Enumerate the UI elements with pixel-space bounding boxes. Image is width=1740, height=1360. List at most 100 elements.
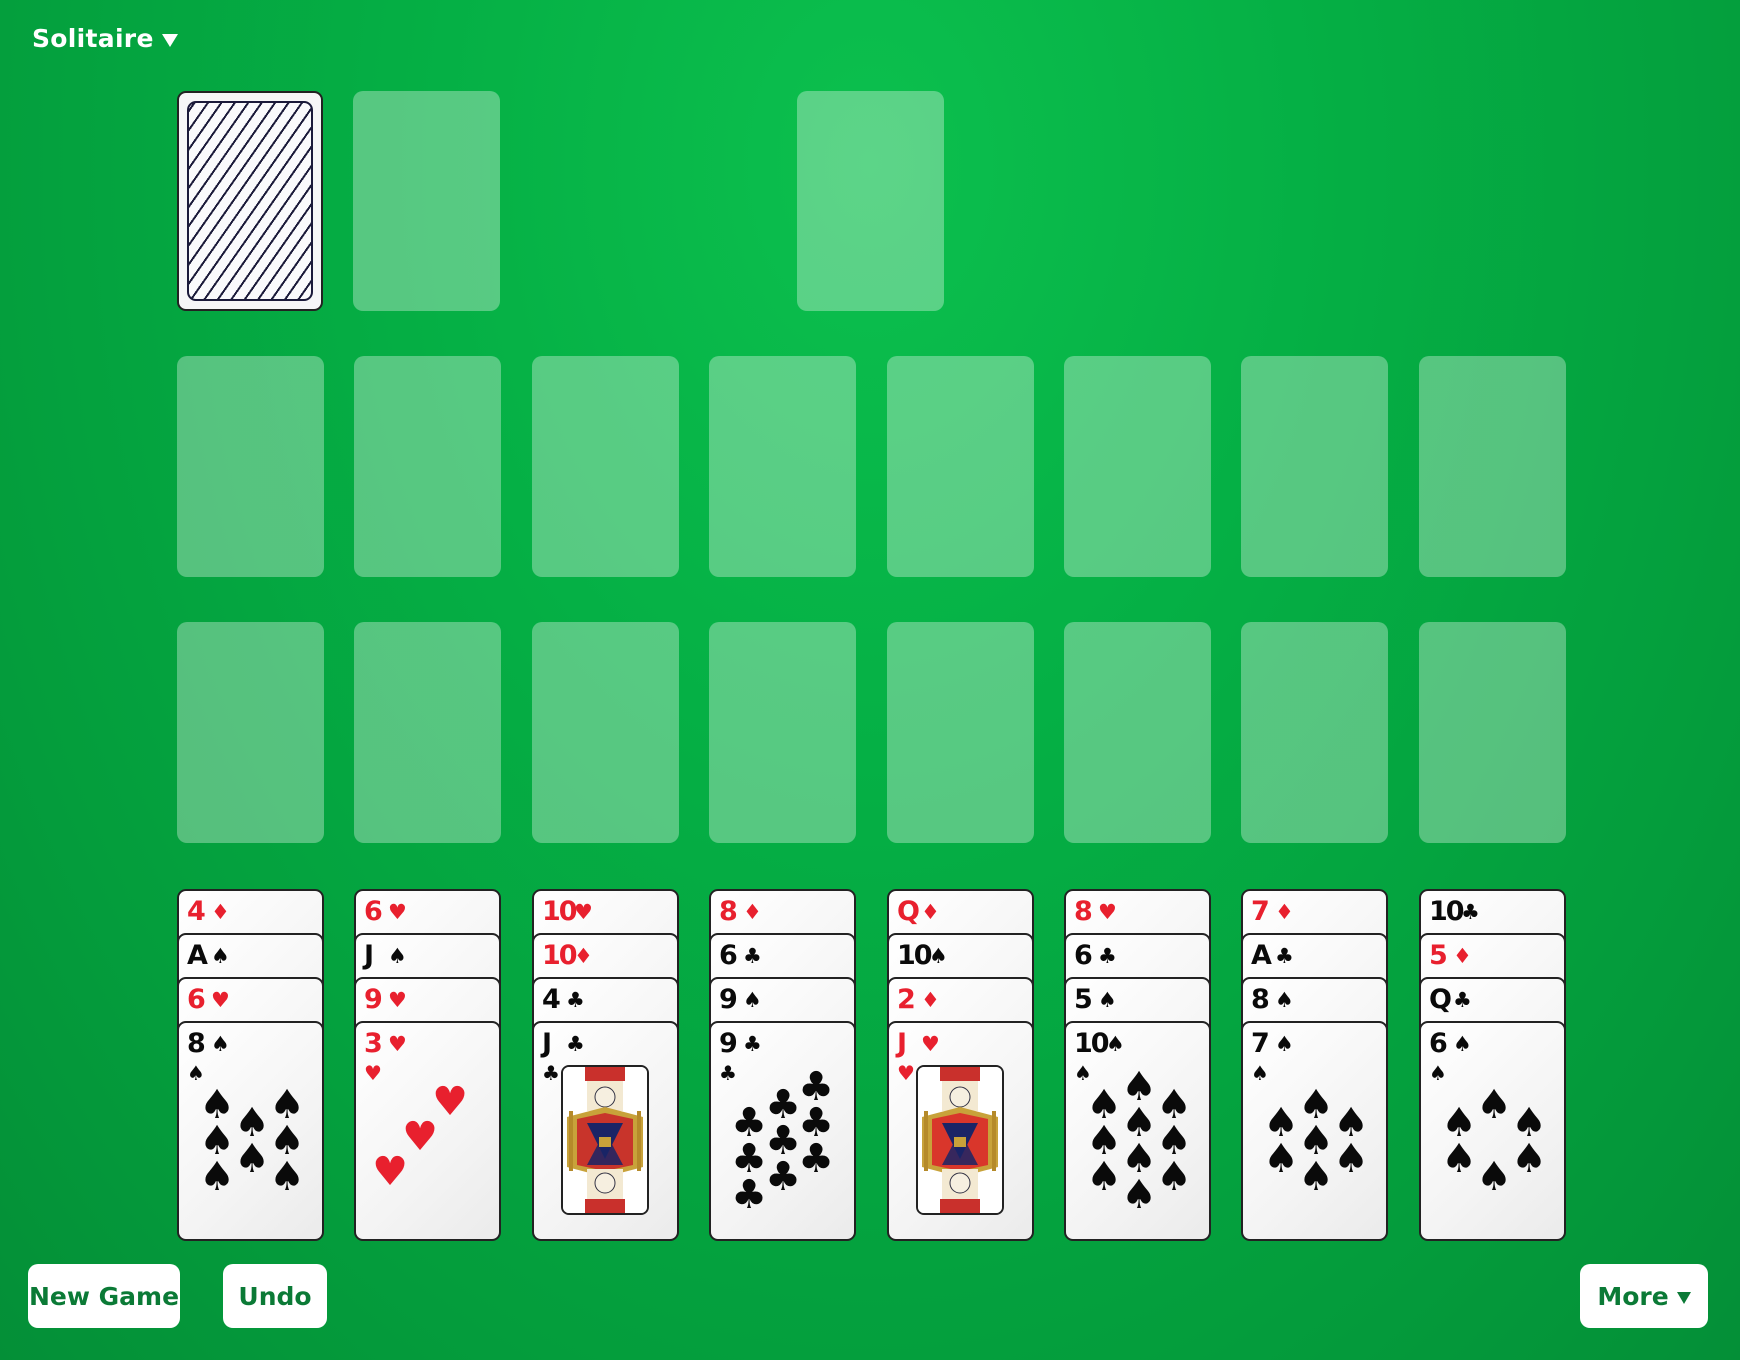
suit-pip-icon: ♠ xyxy=(1156,1154,1192,1200)
empty-slot-row2[interactable] xyxy=(177,622,324,843)
empty-slot-row2[interactable] xyxy=(1241,622,1388,843)
suit-icon: ♣ xyxy=(1275,944,1294,968)
suit-icon: ♦ xyxy=(921,900,940,924)
card-rank: A xyxy=(187,940,208,971)
suit-icon: ♦ xyxy=(743,900,762,924)
suit-pip-icon: ♠ xyxy=(1476,1154,1512,1200)
empty-slot-top[interactable] xyxy=(797,91,944,311)
card-rank: 6 xyxy=(719,940,738,971)
card-rank: 5 xyxy=(1074,984,1093,1015)
empty-slot-row1[interactable] xyxy=(887,356,1034,577)
suit-icon: ♠ xyxy=(929,944,948,968)
suit-icon: ♣ xyxy=(566,1032,585,1056)
jack-portrait-icon xyxy=(918,1067,1002,1213)
suit-pip-icon: ♠ xyxy=(1333,1136,1369,1182)
card-rank: J xyxy=(542,1028,552,1059)
card-rank: 4 xyxy=(187,896,206,927)
card-rank: 10 xyxy=(542,940,578,971)
suit-pip-icon: ♠ xyxy=(1263,1136,1299,1182)
suit-pip-icon: ♠ xyxy=(1511,1136,1547,1182)
face-card-art xyxy=(561,1065,649,1215)
triangle-down-icon xyxy=(1676,1291,1691,1304)
playing-card[interactable]: 3 ♥ ♥ ♥ ♥ ♥ xyxy=(354,1021,501,1241)
card-rank: 9 xyxy=(364,984,383,1015)
suit-pip-icon: ♥ xyxy=(372,1149,408,1195)
new-game-label: New Game xyxy=(28,1281,180,1311)
suit-pip-icon: ♠ xyxy=(1086,1154,1122,1200)
suit-icon: ♠ xyxy=(1275,988,1294,1012)
suit-icon: ♦ xyxy=(921,988,940,1012)
undo-label: Undo xyxy=(238,1281,312,1311)
card-rank: 9 xyxy=(719,984,738,1015)
suit-pip-icon: ♠ xyxy=(199,1154,235,1200)
suit-icon: ♣ xyxy=(1453,988,1472,1012)
new-game-button[interactable]: New Game xyxy=(28,1264,180,1328)
empty-slot-row2[interactable] xyxy=(709,622,856,843)
suit-icon: ♥ xyxy=(388,1032,407,1056)
card-rank: 10 xyxy=(1074,1028,1110,1059)
suit-icon: ♠ xyxy=(1106,1032,1125,1056)
empty-slot-row1[interactable] xyxy=(709,356,856,577)
suit-icon: ♠ xyxy=(1251,1061,1269,1085)
empty-slot-row1[interactable] xyxy=(1064,356,1211,577)
suit-icon: ♠ xyxy=(187,1061,205,1085)
suit-pip-icon: ♣ xyxy=(765,1154,801,1200)
undo-button[interactable]: Undo xyxy=(223,1264,327,1328)
empty-slot-row1[interactable] xyxy=(177,356,324,577)
suit-icon: ♠ xyxy=(388,944,407,968)
more-button[interactable]: More xyxy=(1580,1264,1708,1328)
empty-slot-row1[interactable] xyxy=(354,356,501,577)
playing-card[interactable]: 6 ♠ ♠ ♠ ♠ ♠ ♠ ♠ ♠ xyxy=(1419,1021,1566,1241)
card-rank: 6 xyxy=(364,896,383,927)
suit-icon: ♣ xyxy=(743,1032,762,1056)
empty-slot-row2[interactable] xyxy=(1419,622,1566,843)
card-rank: 10 xyxy=(897,940,933,971)
stock-pile[interactable] xyxy=(177,91,323,311)
empty-slot-row2[interactable] xyxy=(532,622,679,843)
app-title: Solitaire xyxy=(32,24,154,53)
card-rank: 6 xyxy=(1074,940,1093,971)
suit-icon: ♠ xyxy=(211,944,230,968)
playing-card[interactable]: J ♣ ♣ xyxy=(532,1021,679,1241)
card-rank: A xyxy=(1251,940,1272,971)
suit-icon: ♦ xyxy=(574,944,593,968)
empty-slot-row2[interactable] xyxy=(354,622,501,843)
suit-icon: ♠ xyxy=(211,1032,230,1056)
face-card-art xyxy=(916,1065,1004,1215)
waste-slot[interactable] xyxy=(353,91,500,311)
suit-icon: ♠ xyxy=(1453,1032,1472,1056)
empty-slot-row2[interactable] xyxy=(887,622,1034,843)
suit-icon: ♠ xyxy=(1098,988,1117,1012)
playing-card[interactable]: 8♠♠♠♠♠♠♠♠♠♠ xyxy=(177,1021,324,1241)
card-rank: 9 xyxy=(719,1028,738,1059)
suit-icon: ♥ xyxy=(897,1061,915,1085)
card-rank: 10 xyxy=(542,896,578,927)
solitaire-menu[interactable]: Solitaire xyxy=(32,24,178,53)
card-rank: 4 xyxy=(542,984,561,1015)
suit-icon: ♠ xyxy=(743,988,762,1012)
empty-slot-row1[interactable] xyxy=(1419,356,1566,577)
suit-icon: ♥ xyxy=(388,988,407,1012)
card-rank: 8 xyxy=(187,1028,206,1059)
suit-icon: ♥ xyxy=(921,1032,940,1056)
suit-icon: ♥ xyxy=(211,988,230,1012)
card-rank: 8 xyxy=(1074,896,1093,927)
card-rank: 2 xyxy=(897,984,916,1015)
playing-card[interactable]: 7 ♠ ♠ ♠ ♠ ♠ ♠ ♠ ♠ ♠ xyxy=(1241,1021,1388,1241)
card-rank: 7 xyxy=(1251,1028,1270,1059)
empty-slot-row2[interactable] xyxy=(1064,622,1211,843)
triangle-down-icon xyxy=(161,34,178,47)
suit-pip-icon: ♠ xyxy=(269,1154,305,1200)
more-label: More xyxy=(1597,1281,1669,1311)
empty-slot-row1[interactable] xyxy=(1241,356,1388,577)
card-rank: 10 xyxy=(1429,896,1465,927)
suit-pip-icon: ♣ xyxy=(731,1172,767,1218)
suit-icon: ♣ xyxy=(1098,944,1117,968)
suit-pip-icon: ♠ xyxy=(1298,1154,1334,1200)
playing-card[interactable]: 9 ♣ ♣ ♣ ♣ ♣ ♣ ♣ ♣ ♣ ♣ ♣ xyxy=(709,1021,856,1241)
empty-slot-row1[interactable] xyxy=(532,356,679,577)
playing-card[interactable]: 10♠♠♠♠♠♠♠♠♠♠♠♠ xyxy=(1064,1021,1211,1241)
playing-card[interactable]: J ♥ ♥ xyxy=(887,1021,1034,1241)
suit-icon: ♣ xyxy=(1461,900,1480,924)
suit-icon: ♣ xyxy=(542,1061,560,1085)
